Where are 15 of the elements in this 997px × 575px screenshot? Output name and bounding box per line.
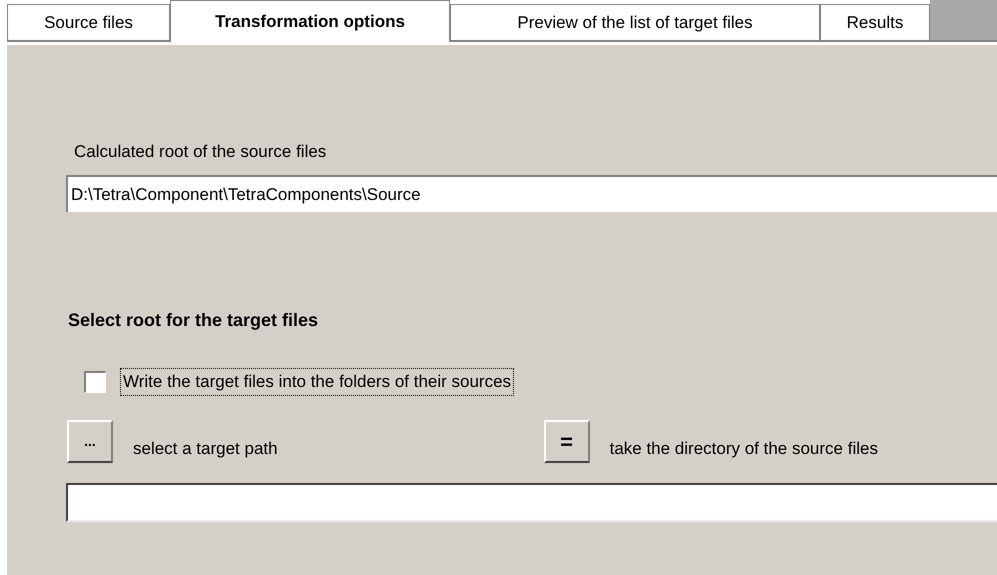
source-root-field[interactable]: D:\Tetra\Component\TetraComponents\Source (66, 175, 997, 212)
button-caption: take the directory of the source files (610, 438, 878, 460)
tab[interactable]: Transformation options (170, 0, 450, 42)
tab[interactable]: Source files (7, 4, 170, 42)
field-label: Calculated root of the source files (74, 141, 328, 163)
checkbox[interactable] (84, 371, 106, 393)
target-path-field[interactable] (66, 483, 997, 522)
tab[interactable]: Results (820, 4, 930, 42)
equal-button[interactable]: = (544, 420, 590, 463)
section-heading: Select root for the target files (68, 309, 320, 332)
checkbox-label[interactable]: Write the target files into the folders of their sources (120, 368, 514, 396)
button-caption: select a target path (133, 438, 278, 460)
tab[interactable]: Preview of the list of target files (450, 4, 820, 42)
browse-button[interactable]: ... (67, 420, 113, 463)
tab-strip-background (930, 0, 997, 42)
